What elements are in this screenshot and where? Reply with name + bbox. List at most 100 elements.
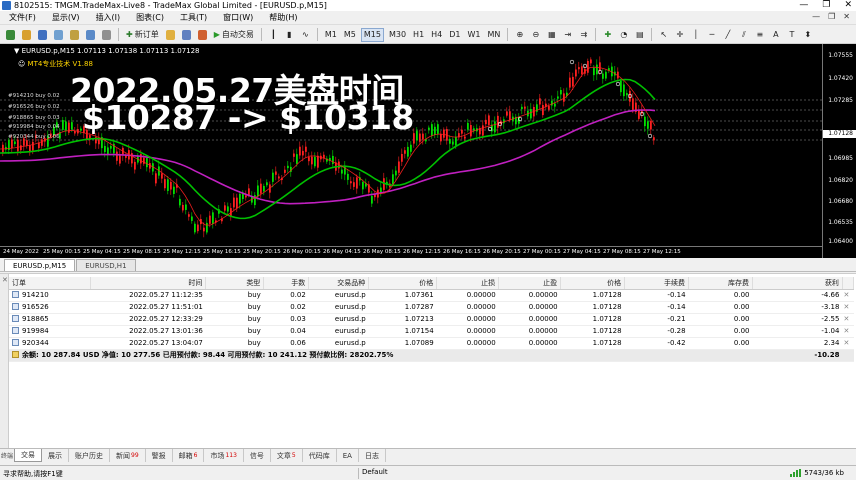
fibonacci-icon[interactable]: ≡ [753,28,766,42]
order-row[interactable]: 918865 2022.05.27 12:33:29 buy 0.03 eurusd.p… [9,313,854,326]
timeframe-m1[interactable]: M1 [323,28,339,42]
menu-charts[interactable]: 图表(C) [133,12,167,23]
price-scale[interactable]: 1.07555 1.07420 1.07285 1.07128 1.06985 … [822,44,856,258]
terminal-tab[interactable]: EA [337,449,359,462]
trendline-icon[interactable]: ╱ [721,28,734,42]
market-icon[interactable] [196,28,209,42]
menu-tools[interactable]: 工具(T) [177,12,210,23]
candle-body [494,121,496,133]
menu-window[interactable]: 窗口(W) [220,12,256,23]
column-header[interactable]: 价格 [368,277,438,290]
close-order-icon[interactable]: ✕ [842,337,854,350]
terminal-tab[interactable]: 新闻 99 [110,449,146,462]
order-row[interactable]: 914210 2022.05.27 11:12:35 buy 0.02 eurusd.p… [9,289,854,302]
column-header[interactable]: 获利 [752,277,843,290]
timeframe-d1[interactable]: D1 [447,28,462,42]
chart-minimize-button[interactable]: — [812,12,820,21]
zoom-out-icon[interactable]: ⊖ [529,28,542,42]
candlestick-icon[interactable]: ▮ [283,28,296,42]
equidistant-channel-icon[interactable]: ⫽ [737,28,750,42]
profiles-icon[interactable] [20,28,33,42]
order-row[interactable]: 920344 2022.05.27 13:04:07 buy 0.06 eurusd.p… [9,337,854,350]
order-row[interactable]: 916526 2022.05.27 11:51:01 buy 0.02 eurusd.p… [9,301,854,314]
terminal-tab[interactable]: 日志 [359,449,386,462]
maximize-button[interactable]: ❐ [822,0,830,10]
arrows-icon[interactable]: ⬍ [801,28,814,42]
timeframe-m5[interactable]: M5 [342,28,358,42]
chart-restore-button[interactable]: ❐ [828,12,835,21]
close-order-icon[interactable]: ✕ [842,313,854,326]
column-header[interactable]: 止损 [436,277,500,290]
connection-status[interactable]: 5743/36 kb [790,469,844,477]
close-order-icon[interactable]: ✕ [842,301,854,314]
timeframe-w1[interactable]: W1 [466,28,483,42]
metaeditor-icon[interactable] [164,28,177,42]
text-icon[interactable]: A [769,28,782,42]
strategy-tester-icon[interactable] [100,28,113,42]
signals-icon[interactable] [180,28,193,42]
column-header[interactable]: 价格 [560,277,626,290]
new-chart-icon[interactable] [4,28,17,42]
candle-body [146,157,148,168]
chart-close-button[interactable]: ✕ [843,12,850,21]
candle-body [392,174,394,184]
menu-help[interactable]: 帮助(H) [266,12,300,23]
market-watch-icon[interactable] [36,28,49,42]
terminal-tab[interactable]: 展示 [42,449,69,462]
cursor-icon[interactable]: ↖ [657,28,670,42]
text-label-icon[interactable]: T [785,28,798,42]
menu-file[interactable]: 文件(F) [6,12,39,23]
indicators-icon[interactable]: ✚ [601,28,614,42]
chart-shift-icon[interactable]: ⇥ [561,28,574,42]
close-order-icon[interactable]: ✕ [842,289,854,302]
terminal-tab[interactable]: 代码库 [303,449,337,462]
timeframe-m15[interactable]: M15 [360,27,384,42]
new-order-button[interactable]: ✚ 新订单 [124,28,161,42]
menu-view[interactable]: 显示(V) [49,12,83,23]
column-header[interactable]: 类型 [205,277,265,290]
chart-tab-eurusd-p-m15[interactable]: EURUSD.p,M15 [4,259,76,271]
price-chart[interactable]: ▼ EURUSD.p,M15 1.07113 1.07138 1.07113 1… [0,44,856,258]
close-button[interactable]: ✕ [844,0,852,10]
timeframe-m30[interactable]: M30 [387,28,408,42]
order-row[interactable]: 919984 2022.05.27 13:01:36 buy 0.04 eurusd.p… [9,325,854,338]
column-header[interactable]: 止盈 [498,277,562,290]
close-terminal-icon[interactable]: ✕ [2,276,8,284]
terminal-tab[interactable]: 文章 5 [271,449,303,462]
crosshair-icon[interactable]: ✛ [673,28,686,42]
periods-icon[interactable]: ◔ [617,28,630,42]
minimize-button[interactable]: — [799,0,808,10]
menu-insert[interactable]: 插入(I) [93,12,124,23]
timeframe-h4[interactable]: H4 [429,28,444,42]
chart-tab-eurusd-h1[interactable]: EURUSD,H1 [76,259,136,271]
candle-body [14,141,16,145]
terminal-tab[interactable]: 市场 113 [204,449,244,462]
auto-scroll-icon[interactable]: ⇉ [577,28,590,42]
terminal-tab[interactable]: 账户历史 [69,449,110,462]
terminal-tab[interactable]: 警报 [146,449,173,462]
column-header[interactable]: 手数 [263,277,310,290]
close-order-icon[interactable]: ✕ [842,325,854,338]
horizontal-line-icon[interactable]: ─ [705,28,718,42]
vertical-line-icon[interactable]: │ [689,28,702,42]
column-header[interactable]: 库存费 [688,277,753,290]
terminal-tab[interactable]: 信号 [244,449,271,462]
column-header[interactable]: 交易品种 [308,277,370,290]
bar-chart-icon[interactable]: ┃ [267,28,280,42]
line-chart-icon[interactable]: ∿ [299,28,312,42]
terminal-tab[interactable]: 交易 [14,449,42,462]
zoom-in-icon[interactable]: ⊕ [513,28,526,42]
candle-body [401,153,403,162]
data-window-icon[interactable] [52,28,65,42]
templates-icon[interactable]: ▤ [633,28,646,42]
column-header[interactable]: 订单 [9,277,92,290]
timeframe-mn[interactable]: MN [486,28,503,42]
column-header[interactable]: 时间 [90,277,207,290]
tile-windows-icon[interactable]: ▦ [545,28,558,42]
timeframe-h1[interactable]: H1 [411,28,426,42]
terminal-tab[interactable]: 邮箱 6 [173,449,205,462]
column-header[interactable]: 手续费 [624,277,690,290]
navigator-icon[interactable] [68,28,81,42]
auto-trading-button[interactable]: ▶ 自动交易 [212,28,256,42]
terminal-icon[interactable] [84,28,97,42]
